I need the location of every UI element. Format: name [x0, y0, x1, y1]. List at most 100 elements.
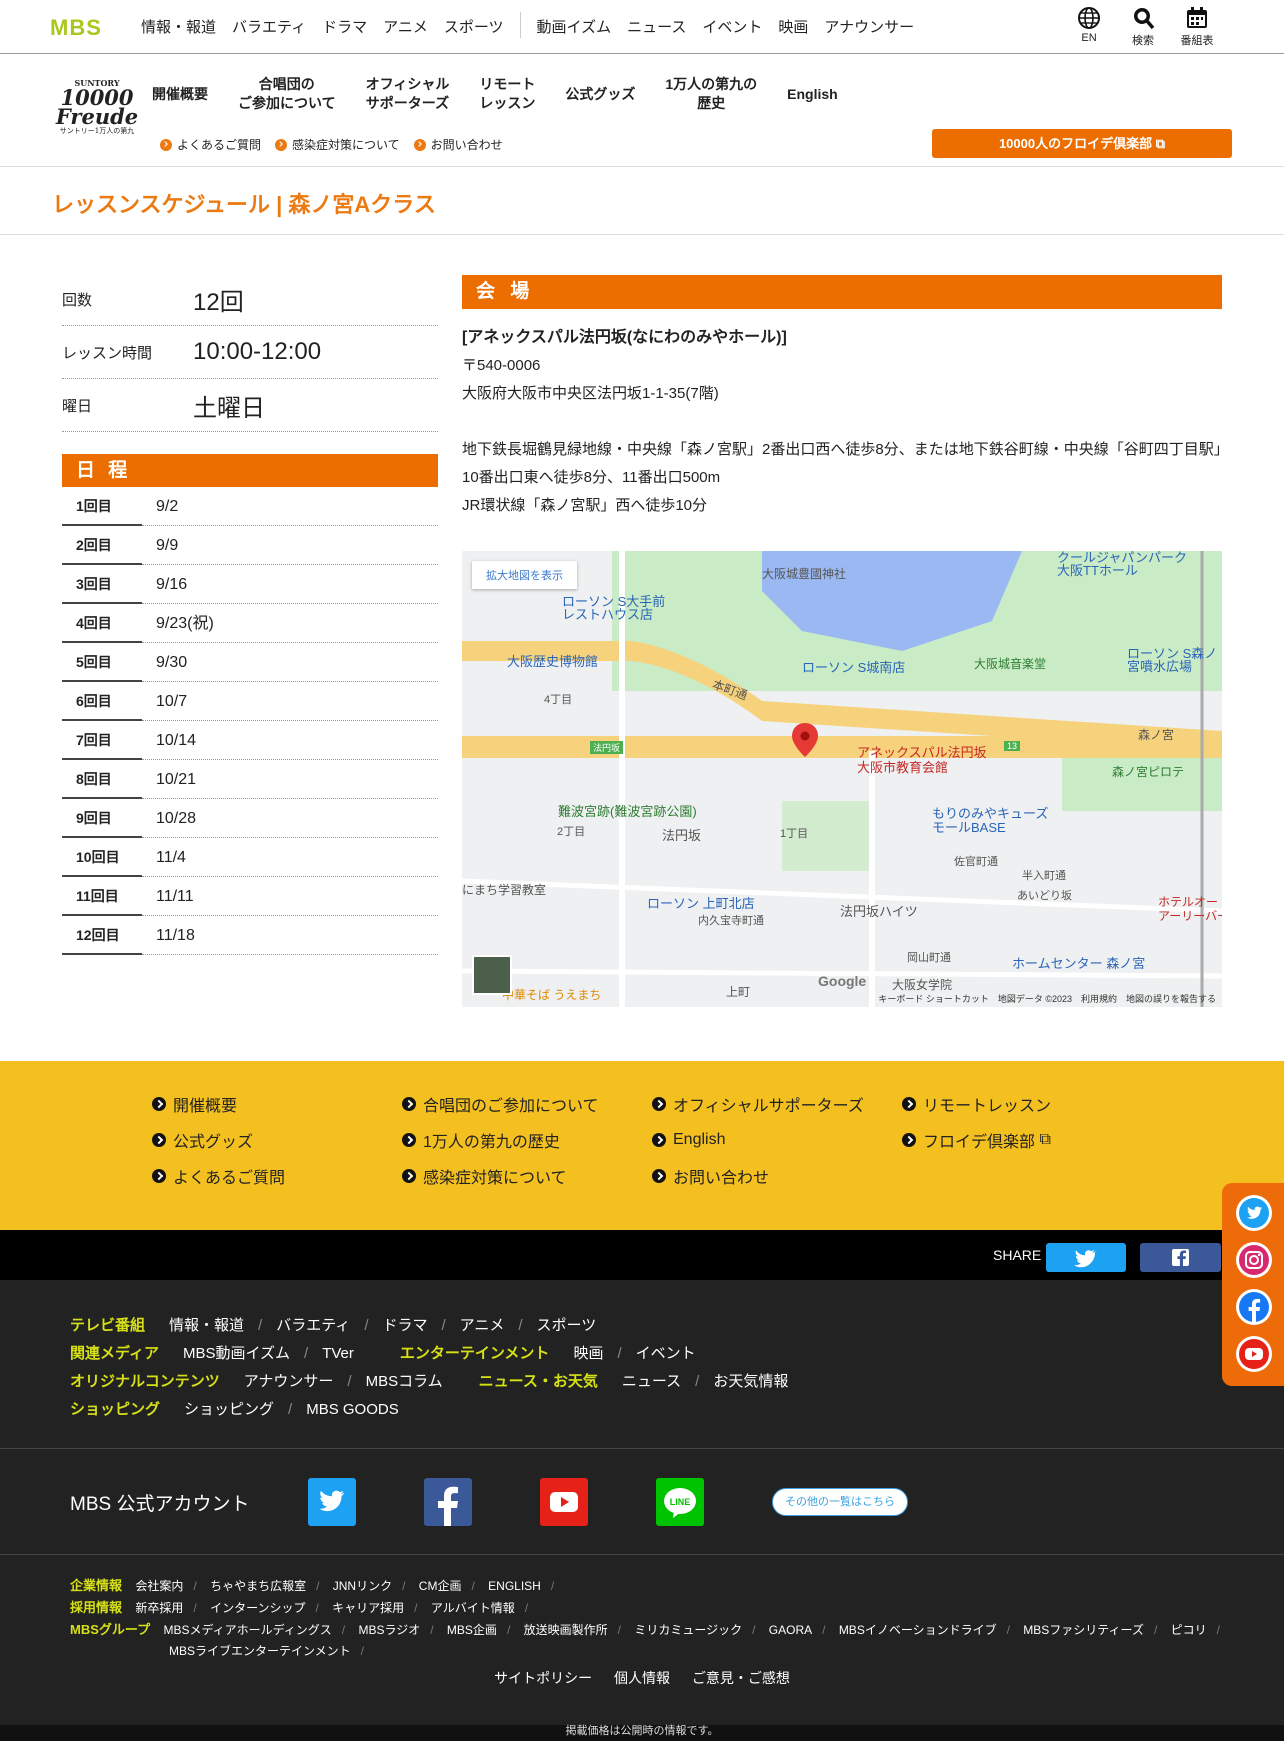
footer-link[interactable]: お問い合わせ [652, 1164, 902, 1188]
footer-nav-link[interactable]: スポーツ [537, 1312, 597, 1340]
corp-link[interactable]: GAORA [769, 1623, 812, 1637]
venue-address: 大阪府大阪市中央区法円坂1-1-35(7階) [462, 385, 719, 402]
footer-link[interactable]: 開催概要 [152, 1092, 402, 1116]
footer-link[interactable]: 1万人の第九の歴史 [402, 1128, 652, 1152]
site-policy-link[interactable]: サイトポリシー [494, 1670, 592, 1686]
map-footer[interactable]: キーボード ショートカット 地図データ ©2023 利用規約 地図の誤りを報告す… [878, 992, 1216, 1005]
schedule-key: 9回目 [62, 799, 142, 838]
footer-nav-link[interactable]: MBSコラム [366, 1368, 443, 1396]
corp-link[interactable]: 新卒採用 [135, 1601, 183, 1615]
facebook-float-button[interactable] [1236, 1289, 1272, 1325]
footer-nav-link[interactable]: アニメ [460, 1312, 505, 1340]
schedule-key: 6回目 [62, 682, 142, 721]
footer-nav-link[interactable]: イベント [636, 1340, 696, 1368]
footer-nav-link[interactable]: アナウンサー [244, 1368, 334, 1396]
twitter-share-button[interactable] [1046, 1243, 1126, 1272]
schedule-date: 11/11 [142, 877, 438, 916]
map-label: 森ノ宮ピロテ [1112, 765, 1185, 779]
footer-link[interactable]: 感染症対策について [402, 1164, 652, 1188]
nav-anime[interactable]: アニメ [383, 16, 428, 38]
twitter-float-button[interactable] [1236, 1195, 1272, 1231]
mbs-footer: テレビ番組 情報・報道 / バラエティ / ドラマ / アニメ / スポーツ 関連メディ… [0, 1280, 1284, 1741]
footer-nav-link[interactable]: ショッピング [184, 1396, 274, 1424]
feedback-link[interactable]: ご意見・ご感想 [692, 1670, 790, 1686]
nav-sports[interactable]: スポーツ [444, 16, 504, 38]
footer-nav-link[interactable]: ドラマ [382, 1312, 427, 1340]
footer-link[interactable]: 合唱団のご参加について [402, 1092, 652, 1116]
corp-link[interactable]: MBS企画 [447, 1623, 497, 1637]
instagram-float-button[interactable] [1236, 1242, 1272, 1278]
schedule-button[interactable]: 番組表 [1170, 6, 1224, 48]
footer-nav-link[interactable]: TVer [322, 1340, 354, 1368]
logo-jp: サントリー1万人の第九 [59, 127, 135, 135]
footer-nav-link[interactable]: 映画 [573, 1340, 603, 1368]
youtube-account-button[interactable] [540, 1478, 588, 1526]
subnav-english[interactable]: English [787, 85, 838, 104]
faq-label: よくあるご質問 [177, 138, 262, 152]
corp-link[interactable]: MBSメディアホールディングス [163, 1623, 331, 1637]
corp-link[interactable]: JNNリンク [333, 1579, 392, 1593]
corp-link[interactable]: ピコリ [1171, 1623, 1207, 1637]
line-account-button[interactable]: LINE [656, 1478, 704, 1526]
search-button[interactable]: 検索 [1116, 6, 1170, 48]
subnav-remote[interactable]: リモート レッスン [479, 75, 535, 113]
corp-link[interactable]: アルバイト情報 [431, 1601, 515, 1615]
map-expand-button[interactable]: 拡大地図を表示 [472, 561, 577, 589]
language-button[interactable]: EN [1062, 6, 1116, 48]
nav-drama[interactable]: ドラマ [322, 16, 367, 38]
corp-link[interactable]: 放送映画製作所 [524, 1623, 608, 1637]
corp-link[interactable]: MBSイノベーションドライブ [839, 1623, 997, 1637]
corp-link[interactable]: キャリア採用 [332, 1601, 404, 1615]
footer-nav-link[interactable]: MBS GOODS [306, 1396, 399, 1424]
nav-news[interactable]: 情報・報道 [141, 16, 216, 38]
map-label: 1丁目 [780, 828, 809, 840]
footer-nav-link[interactable]: お天気情報 [713, 1368, 788, 1396]
footer-link[interactable]: よくあるご質問 [152, 1164, 402, 1188]
map-label: 佐官町通 [954, 856, 998, 868]
subnav-history[interactable]: 1万人の第九の 歴史 [665, 75, 757, 113]
corp-link[interactable]: ちゃやまち広報室 [210, 1579, 306, 1593]
corp-link[interactable]: MBSラジオ [358, 1623, 420, 1637]
footer-link[interactable]: 公式グッズ [152, 1128, 402, 1152]
corp-link[interactable]: 会社案内 [135, 1579, 183, 1593]
facebook-share-button[interactable] [1140, 1243, 1221, 1272]
map-label: 法円坂ハイツ [840, 904, 918, 919]
subnav-goods[interactable]: 公式グッズ [565, 85, 635, 104]
club-button[interactable]: 10000人のフロイデ倶楽部 ⧉ [932, 129, 1232, 158]
nav-event[interactable]: イベント [702, 16, 762, 38]
contact-link[interactable]: お問い合わせ [413, 136, 503, 153]
other-accounts-button[interactable]: その他の一覧はこちら [772, 1488, 908, 1516]
footer-nav-link[interactable]: ニュース [622, 1368, 681, 1396]
footer-nav-link[interactable]: MBS動画イズム [183, 1340, 290, 1368]
footer-nav-link[interactable]: 情報・報道 [169, 1312, 244, 1340]
infection-link[interactable]: 感染症対策について [275, 136, 400, 153]
mbs-logo[interactable]: MBS [50, 15, 102, 41]
twitter-account-button[interactable] [308, 1478, 356, 1526]
footer-link[interactable]: リモートレッスン [902, 1092, 1152, 1116]
google-map[interactable]: 拡大地図を表示 大阪城豊國神社 ローソン S大手前 レストハウス店 大阪歴史博物… [462, 551, 1222, 1007]
footer-link[interactable]: オフィシャルサポーターズ [652, 1092, 902, 1116]
nav-movie[interactable]: 映画 [778, 16, 808, 38]
corp-link[interactable]: ミリカミュージック [634, 1623, 742, 1637]
footer-link[interactable]: English [652, 1128, 902, 1152]
map-layer-thumbnail[interactable] [472, 955, 512, 995]
subnav-overview[interactable]: 開催概要 [152, 85, 208, 104]
nav-douga[interactable]: 動画イズム [537, 16, 612, 38]
corp-link[interactable]: ENGLISH [488, 1579, 541, 1593]
corp-link[interactable]: MBSライブエンターテインメント [169, 1644, 351, 1658]
footer-nav-link[interactable]: バラエティ [276, 1312, 350, 1340]
corp-link[interactable]: CM企画 [419, 1579, 462, 1593]
facebook-account-button[interactable] [424, 1478, 472, 1526]
subnav-supporters[interactable]: オフィシャル サポーターズ [366, 75, 450, 113]
freude-logo[interactable]: SUNTORY 10000 Freude サントリー1万人の第九 [52, 78, 142, 135]
nav-announcer[interactable]: アナウンサー [824, 16, 914, 38]
corp-link[interactable]: MBSファシリティーズ [1023, 1623, 1144, 1637]
faq-link[interactable]: よくあるご質問 [160, 136, 261, 153]
corp-link[interactable]: インターンシップ [210, 1601, 305, 1615]
footer-link[interactable]: フロイデ倶楽部 ⧉ [902, 1128, 1152, 1152]
subnav-join[interactable]: 合唱団の ご参加について [238, 75, 336, 113]
youtube-float-button[interactable] [1236, 1336, 1272, 1372]
nav-newslink[interactable]: ニュース [627, 16, 686, 38]
nav-variety[interactable]: バラエティ [232, 16, 306, 38]
privacy-link[interactable]: 個人情報 [614, 1670, 670, 1686]
